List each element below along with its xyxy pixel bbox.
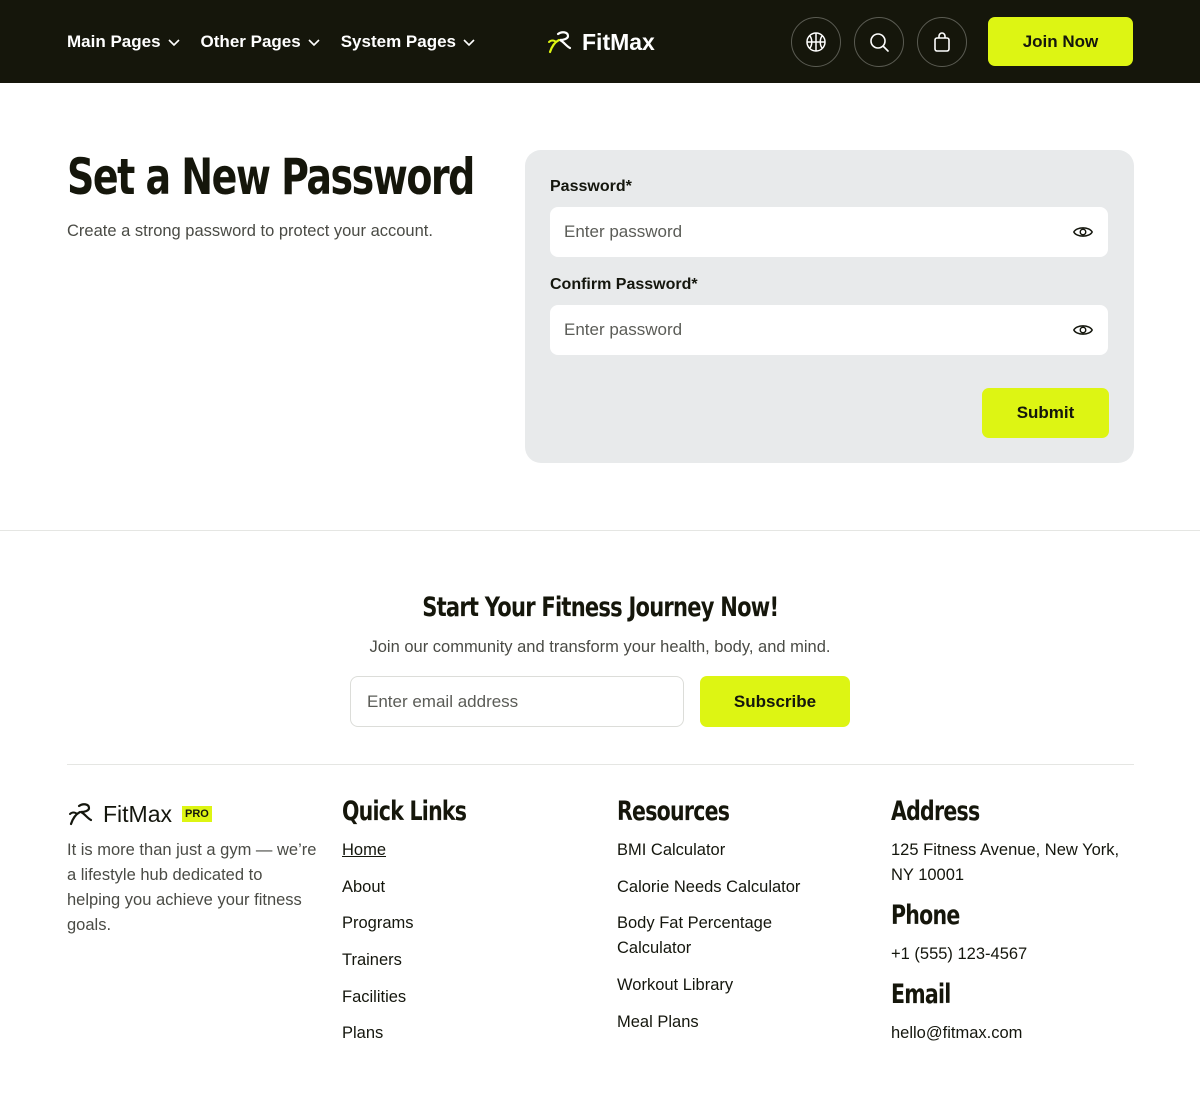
section-divider [0, 530, 1200, 531]
resources-list: BMI Calculator Calorie Needs Calculator … [617, 838, 832, 1046]
basketball-icon [806, 32, 826, 52]
quick-links-list: Home About Programs Trainers Facilities … [342, 838, 414, 1058]
password-input[interactable] [564, 222, 1072, 242]
nav-other-pages[interactable]: Other Pages [201, 32, 321, 52]
sports-button[interactable] [791, 17, 841, 67]
email-field [350, 676, 684, 727]
confirm-password-label: Confirm Password* [550, 276, 698, 293]
logo-text: FitMax [582, 28, 655, 55]
shopping-bag-icon [934, 32, 950, 52]
password-label: Password* [550, 178, 632, 195]
footer-logo-text: FitMax [103, 800, 172, 827]
nav-main-pages[interactable]: Main Pages [67, 32, 181, 52]
quick-link-plans[interactable]: Plans [342, 1021, 414, 1046]
confirm-password-input[interactable] [564, 320, 1072, 340]
site-logo[interactable]: FitMax [546, 26, 655, 58]
footer-description: It is more than just a gym — we’re a lif… [67, 841, 317, 934]
email-title: Email [891, 979, 951, 1010]
chevron-down-icon [308, 38, 320, 46]
chevron-down-icon [463, 38, 475, 46]
nav-system-pages[interactable]: System Pages [341, 32, 476, 52]
submit-button[interactable]: Submit [982, 388, 1109, 438]
resources-title: Resources [617, 796, 730, 827]
search-button[interactable] [854, 17, 904, 67]
newsletter-title-text: Start Your Fitness Journey Now! [421, 592, 779, 623]
resource-body-fat[interactable]: Body Fat Percentage Calculator [617, 911, 832, 961]
site-header: Main Pages Other Pages System Pages FitM… [0, 0, 1200, 83]
pro-badge: PRO [182, 806, 212, 822]
resource-workout-library[interactable]: Workout Library [617, 973, 832, 998]
address-title: Address [891, 796, 980, 827]
footer-logo[interactable]: FitMax PRO [67, 800, 212, 828]
nav-system-pages-label: System Pages [340, 31, 456, 51]
password-form: Password* Confirm Password* Submit [525, 150, 1134, 463]
phone-text[interactable]: +1 (555) 123-4567 [891, 942, 1136, 967]
runner-logo-icon [548, 31, 572, 54]
chevron-down-icon [167, 38, 180, 46]
eye-icon[interactable] [1072, 221, 1094, 243]
password-field [550, 207, 1108, 257]
footer-divider [67, 764, 1134, 765]
page-title: Set a New Password [67, 148, 475, 206]
nav-other-pages-label: Other Pages [200, 31, 301, 51]
quick-link-about[interactable]: About [342, 875, 414, 900]
resource-bmi[interactable]: BMI Calculator [617, 838, 832, 863]
eye-icon[interactable] [1072, 319, 1094, 341]
newsletter-subtitle: Join our community and transform your he… [369, 638, 831, 656]
main-nav: Main Pages Other Pages System Pages [67, 0, 476, 83]
resource-calorie[interactable]: Calorie Needs Calculator [617, 875, 832, 900]
quick-link-home[interactable]: Home [342, 838, 414, 863]
nav-main-pages-label: Main Pages [67, 31, 161, 51]
quick-links-title: Quick Links [342, 796, 467, 827]
subscribe-button[interactable]: Subscribe [700, 676, 850, 727]
email-input[interactable] [367, 691, 667, 712]
resource-meal-plans[interactable]: Meal Plans [617, 1010, 832, 1035]
confirm-password-field [550, 305, 1108, 355]
cart-button[interactable] [917, 17, 967, 67]
quick-link-programs[interactable]: Programs [342, 911, 414, 936]
join-now-button[interactable]: Join Now [988, 17, 1133, 66]
runner-logo-icon [69, 803, 93, 826]
quick-link-trainers[interactable]: Trainers [342, 948, 414, 973]
email-text[interactable]: hello@fitmax.com [891, 1021, 1136, 1046]
address-text: 125 Fitness Avenue, New York, NY 10001 [891, 841, 1120, 884]
newsletter-title: Start Your Fitness Journey Now! [0, 592, 1200, 623]
phone-title: Phone [891, 900, 960, 931]
page-subtitle: Create a strong password to protect your… [67, 222, 433, 240]
quick-link-facilities[interactable]: Facilities [342, 985, 414, 1010]
search-icon [870, 33, 889, 52]
